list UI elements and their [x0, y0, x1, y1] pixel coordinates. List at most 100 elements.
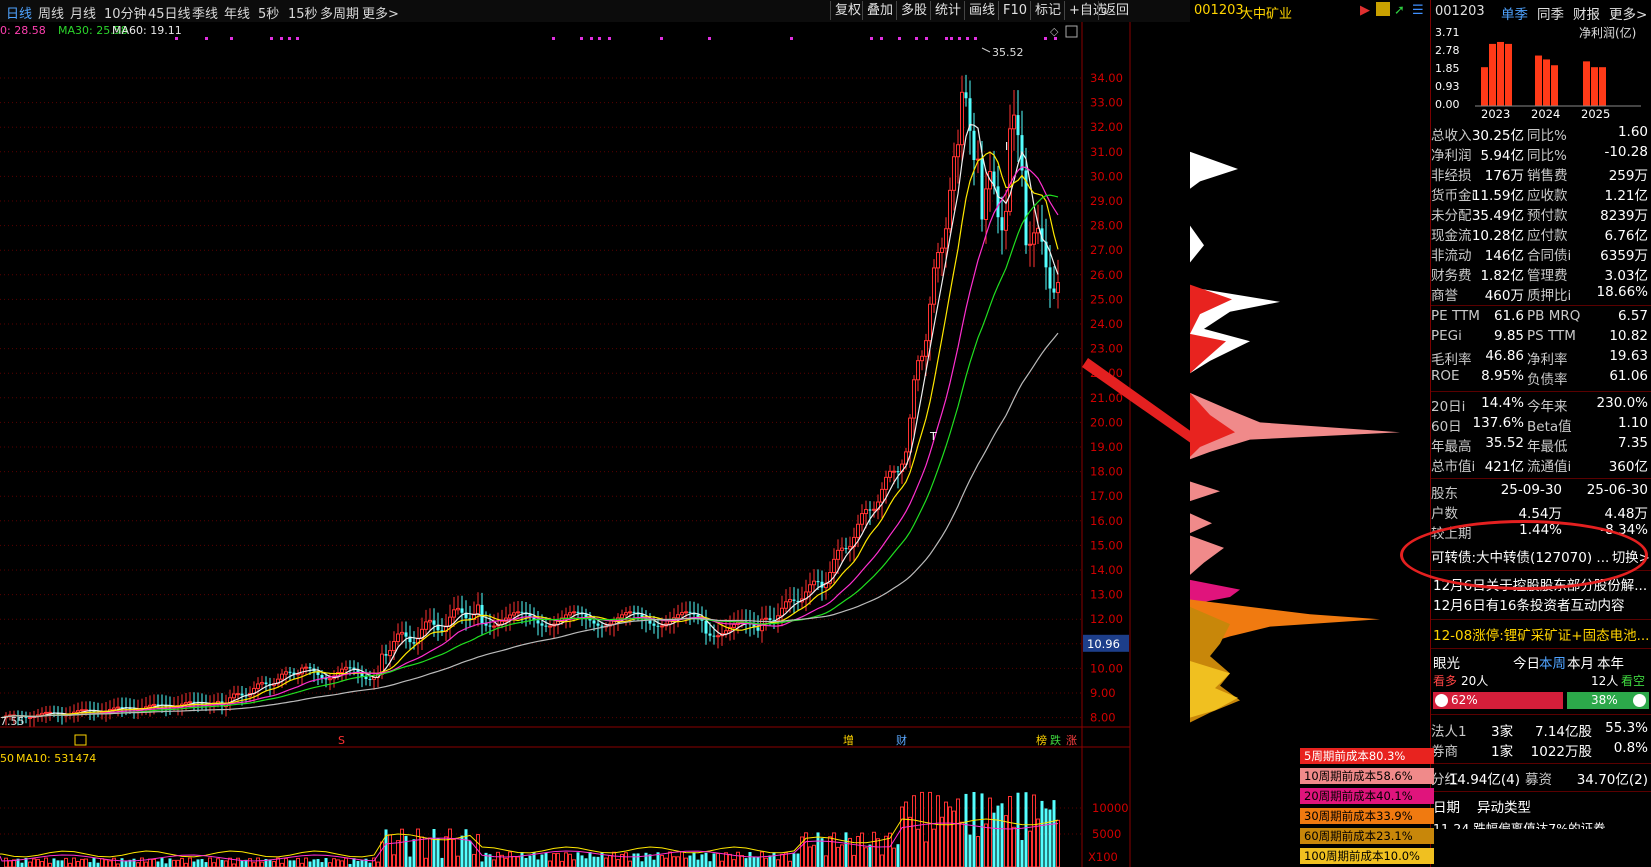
- price-tick: 16.00: [1090, 514, 1123, 528]
- tool-button-8[interactable]: 返回: [1098, 1, 1133, 20]
- chip-white-2: [1190, 225, 1204, 263]
- vision-tab-3[interactable]: 本年: [1597, 652, 1624, 672]
- separator: [1431, 714, 1651, 715]
- period-tab-0[interactable]: 日线: [6, 3, 32, 22]
- candle-mark-t: T: [929, 430, 937, 443]
- row-label: 总收入: [1431, 128, 1472, 144]
- row-value-2: 3.03亿: [1604, 268, 1648, 284]
- fin-row: 商誉 460万 质押比i 18.66%: [1431, 284, 1651, 304]
- price-tick: 29.00: [1090, 194, 1123, 208]
- row-label-2: 销售费: [1527, 168, 1568, 184]
- separator: [1431, 791, 1651, 792]
- tool-button-0[interactable]: 复权: [830, 1, 865, 20]
- volume-ma10-legend: MA10: 531474: [16, 752, 96, 765]
- vision-tab-2[interactable]: 本月: [1567, 652, 1594, 672]
- cost-legend-item: 20周期前成本40.1%: [1300, 788, 1434, 804]
- vision-tab-0[interactable]: 今日: [1513, 652, 1540, 672]
- vision-tab-1[interactable]: 本周: [1539, 652, 1566, 672]
- period-tab-9[interactable]: 多周期: [320, 3, 359, 22]
- arrow-icon[interactable]: ➚: [1394, 3, 1405, 18]
- performance-row: 年最高 35.52 年最低 7.35: [1431, 435, 1651, 455]
- institution-row: 券商 1家 1022万股 0.8%: [1431, 740, 1651, 760]
- profit-bar: [1489, 43, 1496, 106]
- period-tab-10[interactable]: 更多>: [362, 3, 399, 22]
- price-tick: 30.00: [1090, 169, 1123, 183]
- tool-button-3[interactable]: 统计: [930, 1, 965, 20]
- period-tab-8[interactable]: 15秒: [288, 3, 318, 22]
- event-mark: 榜: [1036, 733, 1047, 747]
- ma60-legend: MA60: 19.11: [112, 24, 182, 37]
- valuation-row: ROE 8.95% 负债率 61.06: [1431, 368, 1651, 388]
- alert-icon[interactable]: [1376, 2, 1390, 16]
- price-tick: 9.00: [1090, 686, 1116, 700]
- row-value: 11.59亿: [1471, 188, 1524, 204]
- tool-button-6[interactable]: 标记: [1030, 1, 1065, 20]
- row-label: 现金流: [1431, 228, 1472, 244]
- period-tab-7[interactable]: 5秒: [258, 3, 279, 22]
- bar-axis-tick: 3.71: [1435, 26, 1460, 39]
- flag-icon[interactable]: ▶: [1360, 3, 1370, 18]
- row-label: PEGi: [1431, 328, 1462, 344]
- fin-row: 现金流 10.28亿 应付款 6.76亿: [1431, 224, 1651, 244]
- period-tab-2[interactable]: 月线: [70, 3, 96, 22]
- tool-button-5[interactable]: F10: [998, 1, 1031, 20]
- row-label: 60日: [1431, 419, 1462, 435]
- inst-cell: 3家: [1491, 724, 1514, 740]
- separator: [1431, 391, 1651, 392]
- chip-pink-3: [1190, 513, 1212, 534]
- fin-row: 货币金i 11.59亿 应收款 1.21亿: [1431, 184, 1651, 204]
- row-label: 商誉: [1431, 288, 1458, 304]
- bar-axis-tick: 1.85: [1435, 62, 1460, 75]
- period-tab-3[interactable]: 10分钟: [104, 3, 147, 22]
- price-tick: 20.00: [1090, 415, 1123, 429]
- row-label-2: 流通值i: [1527, 459, 1572, 475]
- price-tick: 17.00: [1090, 489, 1123, 503]
- price-tick: 14.00: [1090, 563, 1123, 577]
- valuation-row: PE TTM 61.6 PB MRQ 6.57: [1431, 308, 1651, 328]
- bear-label: 看空: [1621, 674, 1646, 688]
- year-label: 2023: [1481, 107, 1510, 120]
- separator: [1431, 763, 1651, 764]
- tool-button-1[interactable]: 叠加: [862, 1, 897, 20]
- bar-axis-tick: 0.93: [1435, 80, 1460, 93]
- bull-count: 20人: [1461, 674, 1489, 688]
- row-label: 非经损: [1431, 168, 1472, 184]
- row-label: ROE: [1431, 368, 1460, 384]
- chip-pink-2: [1190, 481, 1220, 502]
- tool-button-4[interactable]: 画线: [964, 1, 999, 20]
- ma20-legend: 0: 28.58: [0, 24, 46, 37]
- bull-label: 看多: [1433, 674, 1458, 688]
- inst-cell: 券商: [1431, 744, 1458, 760]
- period-tab-1[interactable]: 周线: [38, 3, 64, 22]
- row-value: 9.85: [1493, 328, 1524, 344]
- row-value-2: 1.10: [1617, 415, 1648, 431]
- fin-row: 净利润 5.94亿 同比% -10.28: [1431, 144, 1651, 164]
- thumb-down-icon[interactable]: [1633, 694, 1646, 707]
- bear-pct: 38%: [1591, 693, 1618, 707]
- kline-chart[interactable]: 34.00 33.00 32.00 31.00 30.00 29.00 28.00 27.00…: [0, 22, 1190, 867]
- limit-up-info[interactable]: 12-08涨停:锂矿采矿证+固态电池...: [1433, 624, 1651, 644]
- row-value-2: 4.48万: [1604, 506, 1648, 522]
- diamond-icon: ◇: [1050, 25, 1059, 38]
- period-tab-6[interactable]: 年线: [224, 3, 250, 22]
- tool-button-2[interactable]: 多股: [896, 1, 931, 20]
- thumb-up-icon[interactable]: [1435, 694, 1448, 707]
- row-value-2: 25-06-30: [1586, 482, 1648, 498]
- high-price-label: 35.52: [992, 46, 1024, 59]
- cost-legend-item: 10周期前成本58.6%: [1300, 768, 1434, 784]
- news-item[interactable]: 12月6日有16条投资者互动内容: [1433, 594, 1651, 614]
- row-value-2: 7.35: [1617, 435, 1648, 451]
- bull-pct: 62%: [1451, 693, 1478, 707]
- row-label: 非流动: [1431, 248, 1472, 264]
- chip-white-top: [1190, 151, 1238, 189]
- price-tick: 26.00: [1090, 268, 1123, 282]
- bear-count: 12人: [1591, 674, 1619, 688]
- row-label: 净利润: [1431, 148, 1472, 164]
- list-icon[interactable]: ☰: [1412, 3, 1424, 18]
- chip-yellow: [1190, 661, 1238, 718]
- period-tab-4[interactable]: 45日线: [148, 3, 191, 22]
- stock-info-panel: 001203 单季 同季 财报 更多> 净利润(亿) 3.71 2.78 1.85 0.93 0.0…: [1430, 0, 1651, 867]
- profit-bar: [1535, 55, 1542, 106]
- period-tab-5[interactable]: 季线: [192, 3, 218, 22]
- separator: [1431, 648, 1651, 649]
